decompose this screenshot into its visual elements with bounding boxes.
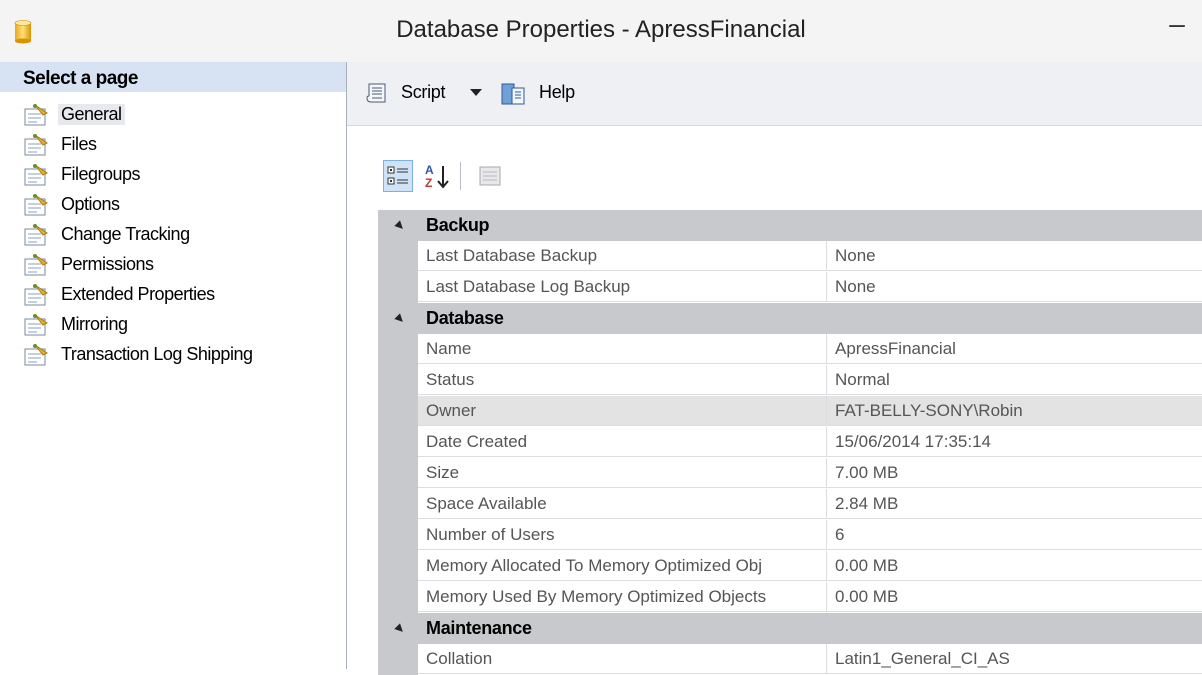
page-files[interactable]: Files (23, 130, 343, 160)
property-row[interactable]: Memory Used By Memory Optimized Objects … (378, 582, 1202, 613)
page-properties-icon (24, 164, 48, 186)
collapse-triangle-icon[interactable] (394, 623, 406, 635)
property-name: Number of Users (426, 525, 555, 544)
property-row[interactable]: Size 7.00 MB (378, 458, 1202, 489)
categorized-icon (387, 166, 408, 185)
page-properties-icon (24, 104, 48, 126)
property-grid: Backup Last Database Backup None Last Da… (378, 210, 1202, 675)
property-row[interactable]: Number of Users 6 (378, 520, 1202, 551)
property-name: Status (426, 370, 475, 389)
select-page-label: Select a page (23, 68, 138, 89)
property-row[interactable]: Space Available 2.84 MB (378, 489, 1202, 520)
page-label: Mirroring (61, 314, 128, 334)
select-page-header: Select a page (0, 62, 346, 92)
page-label: Permissions (61, 254, 154, 274)
sort-az-icon: AZ (425, 163, 449, 190)
property-value: ApressFinancial (835, 339, 956, 358)
category-backup[interactable]: Backup (378, 210, 1202, 241)
page-properties-icon (24, 194, 48, 216)
property-row[interactable]: Collation Latin1_General_CI_AS (378, 644, 1202, 675)
property-value: 0.00 MB (835, 587, 899, 606)
page-filegroups[interactable]: Filegroups (23, 160, 343, 190)
page-label: Options (61, 194, 120, 214)
property-name: Memory Allocated To Memory Optimized Obj (426, 556, 763, 575)
help-icon (501, 83, 525, 105)
property-name: Size (426, 463, 460, 482)
script-icon (366, 83, 386, 103)
property-row[interactable]: Name ApressFinancial (378, 334, 1202, 365)
property-row-selected[interactable]: Owner FAT-BELLY-SONY\Robin (378, 396, 1202, 427)
page-options[interactable]: Options (23, 190, 343, 220)
property-row[interactable]: Memory Allocated To Memory Optimized Obj… (378, 551, 1202, 582)
toolbar: Script Help (347, 62, 1202, 126)
page-mirroring[interactable]: Mirroring (23, 310, 343, 340)
page-properties-icon (24, 134, 48, 156)
page-properties-icon (24, 344, 48, 366)
property-value: None (835, 246, 876, 265)
property-name: Last Database Log Backup (426, 277, 631, 296)
script-label: Script (401, 82, 446, 102)
property-name: Memory Used By Memory Optimized Objects (426, 587, 767, 606)
property-value: 15/06/2014 17:35:14 (835, 432, 991, 451)
category-database[interactable]: Database (378, 303, 1202, 334)
page-change-tracking[interactable]: Change Tracking (23, 220, 343, 250)
category-label: Maintenance (426, 618, 532, 638)
category-label: Database (426, 308, 504, 328)
page-label: Files (61, 134, 97, 154)
toolbar-divider (460, 162, 461, 190)
help-label: Help (539, 82, 575, 102)
select-page-panel: Select a page General Files Filegroups O… (0, 62, 347, 669)
property-name: Date Created (426, 432, 528, 451)
page-permissions[interactable]: Permissions (23, 250, 343, 280)
property-name: Space Available (426, 494, 547, 513)
property-row[interactable]: Status Normal (378, 365, 1202, 396)
page-label: Extended Properties (61, 284, 215, 304)
page-extended-properties[interactable]: Extended Properties (23, 280, 343, 310)
page-transaction-log-shipping[interactable]: Transaction Log Shipping (23, 340, 343, 370)
collapse-triangle-icon[interactable] (394, 313, 406, 325)
page-properties-icon (24, 224, 48, 246)
property-value: None (835, 277, 876, 296)
property-value: Latin1_General_CI_AS (835, 649, 1010, 668)
category-maintenance[interactable]: Maintenance (378, 613, 1202, 644)
property-row[interactable]: Date Created 15/06/2014 17:35:14 (378, 427, 1202, 458)
property-name: Last Database Backup (426, 246, 598, 265)
property-value: FAT-BELLY-SONY\Robin (835, 401, 1023, 420)
property-value: 6 (835, 525, 845, 544)
property-row[interactable]: Last Database Log Backup None (378, 272, 1202, 303)
property-name: Owner (426, 401, 477, 420)
page-label: Transaction Log Shipping (61, 344, 253, 364)
svg-text:A: A (425, 163, 434, 177)
categorized-button[interactable] (383, 160, 413, 192)
property-name: Collation (426, 649, 493, 668)
property-value: 0.00 MB (835, 556, 899, 575)
property-value: Normal (835, 370, 890, 389)
property-value: 2.84 MB (835, 494, 899, 513)
collapse-triangle-icon[interactable] (394, 220, 406, 232)
page-label: General (58, 104, 125, 125)
page-properties-icon (24, 314, 48, 336)
page-properties-icon (24, 254, 48, 276)
property-value: 7.00 MB (835, 463, 899, 482)
script-dropdown-arrow-icon[interactable] (470, 89, 482, 96)
window-title: Database Properties - ApressFinancial (396, 16, 806, 43)
page-label: Change Tracking (61, 224, 190, 244)
svg-text:Z: Z (425, 176, 432, 190)
property-pages-icon (479, 166, 501, 186)
property-pages-button[interactable] (475, 160, 505, 192)
page-general[interactable]: General (23, 100, 343, 130)
property-name: Name (426, 339, 472, 358)
title-bar: Database Properties - ApressFinancial – (0, 0, 1202, 62)
category-label: Backup (426, 215, 490, 235)
minimize-button[interactable]: – (1162, 10, 1192, 40)
page-properties-icon (24, 284, 48, 306)
property-row[interactable]: Last Database Backup None (378, 241, 1202, 272)
alphabetical-button[interactable]: AZ (423, 160, 453, 192)
page-label: Filegroups (61, 164, 141, 184)
